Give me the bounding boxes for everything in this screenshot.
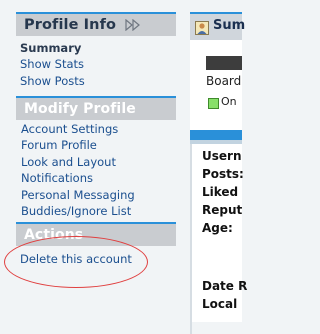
highlight-circle [4, 236, 148, 288]
posts-label: Posts: [202, 167, 244, 181]
profile-page: Profile Info Summary Show Stats Show Pos… [0, 0, 247, 334]
age-label: Age: [202, 221, 233, 235]
menu-look-and-layout[interactable]: Look and Layout [21, 154, 176, 170]
summary-header: Sum [190, 14, 246, 40]
online-status-text: On [221, 95, 237, 108]
summary-title: Sum [213, 18, 246, 33]
board-text: Board [206, 74, 242, 88]
username-label: Usern [202, 149, 242, 163]
menu-personal-messaging[interactable]: Personal Messaging [21, 187, 176, 203]
menu-account-settings[interactable]: Account Settings [21, 121, 176, 137]
profile-info-menu: Summary Show Stats Show Posts [20, 40, 175, 89]
menu-forum-profile[interactable]: Forum Profile [21, 137, 176, 153]
panel-divider-shade [190, 140, 242, 144]
menu-show-stats[interactable]: Show Stats [20, 56, 175, 72]
menu-buddies-ignore-list[interactable]: Buddies/Ignore List [21, 203, 176, 219]
menu-notifications[interactable]: Notifications [21, 170, 176, 186]
profile-info-title: Profile Info [24, 17, 117, 33]
panel-divider [190, 130, 242, 140]
user-icon [195, 20, 209, 39]
date-registered-label: Date R [202, 279, 248, 293]
menu-summary[interactable]: Summary [20, 40, 175, 56]
modify-profile-title: Modify Profile [24, 101, 136, 117]
online-status-icon [208, 98, 219, 109]
summary-panel: Sum Board On Usern Posts: Liked Reput Ag… [190, 12, 247, 334]
panel-border [190, 144, 192, 334]
collapse-arrows-icon[interactable] [125, 16, 141, 38]
profile-info-header: Profile Info [16, 12, 176, 36]
modify-profile-header: Modify Profile [16, 96, 176, 120]
local-time-label: Local [202, 297, 238, 311]
reputation-label: Reput [202, 203, 243, 217]
menu-show-posts[interactable]: Show Posts [20, 73, 175, 89]
modify-profile-menu: Account Settings Forum Profile Look and … [21, 121, 176, 219]
username-bar [206, 56, 242, 70]
liked-label: Liked [202, 185, 239, 199]
